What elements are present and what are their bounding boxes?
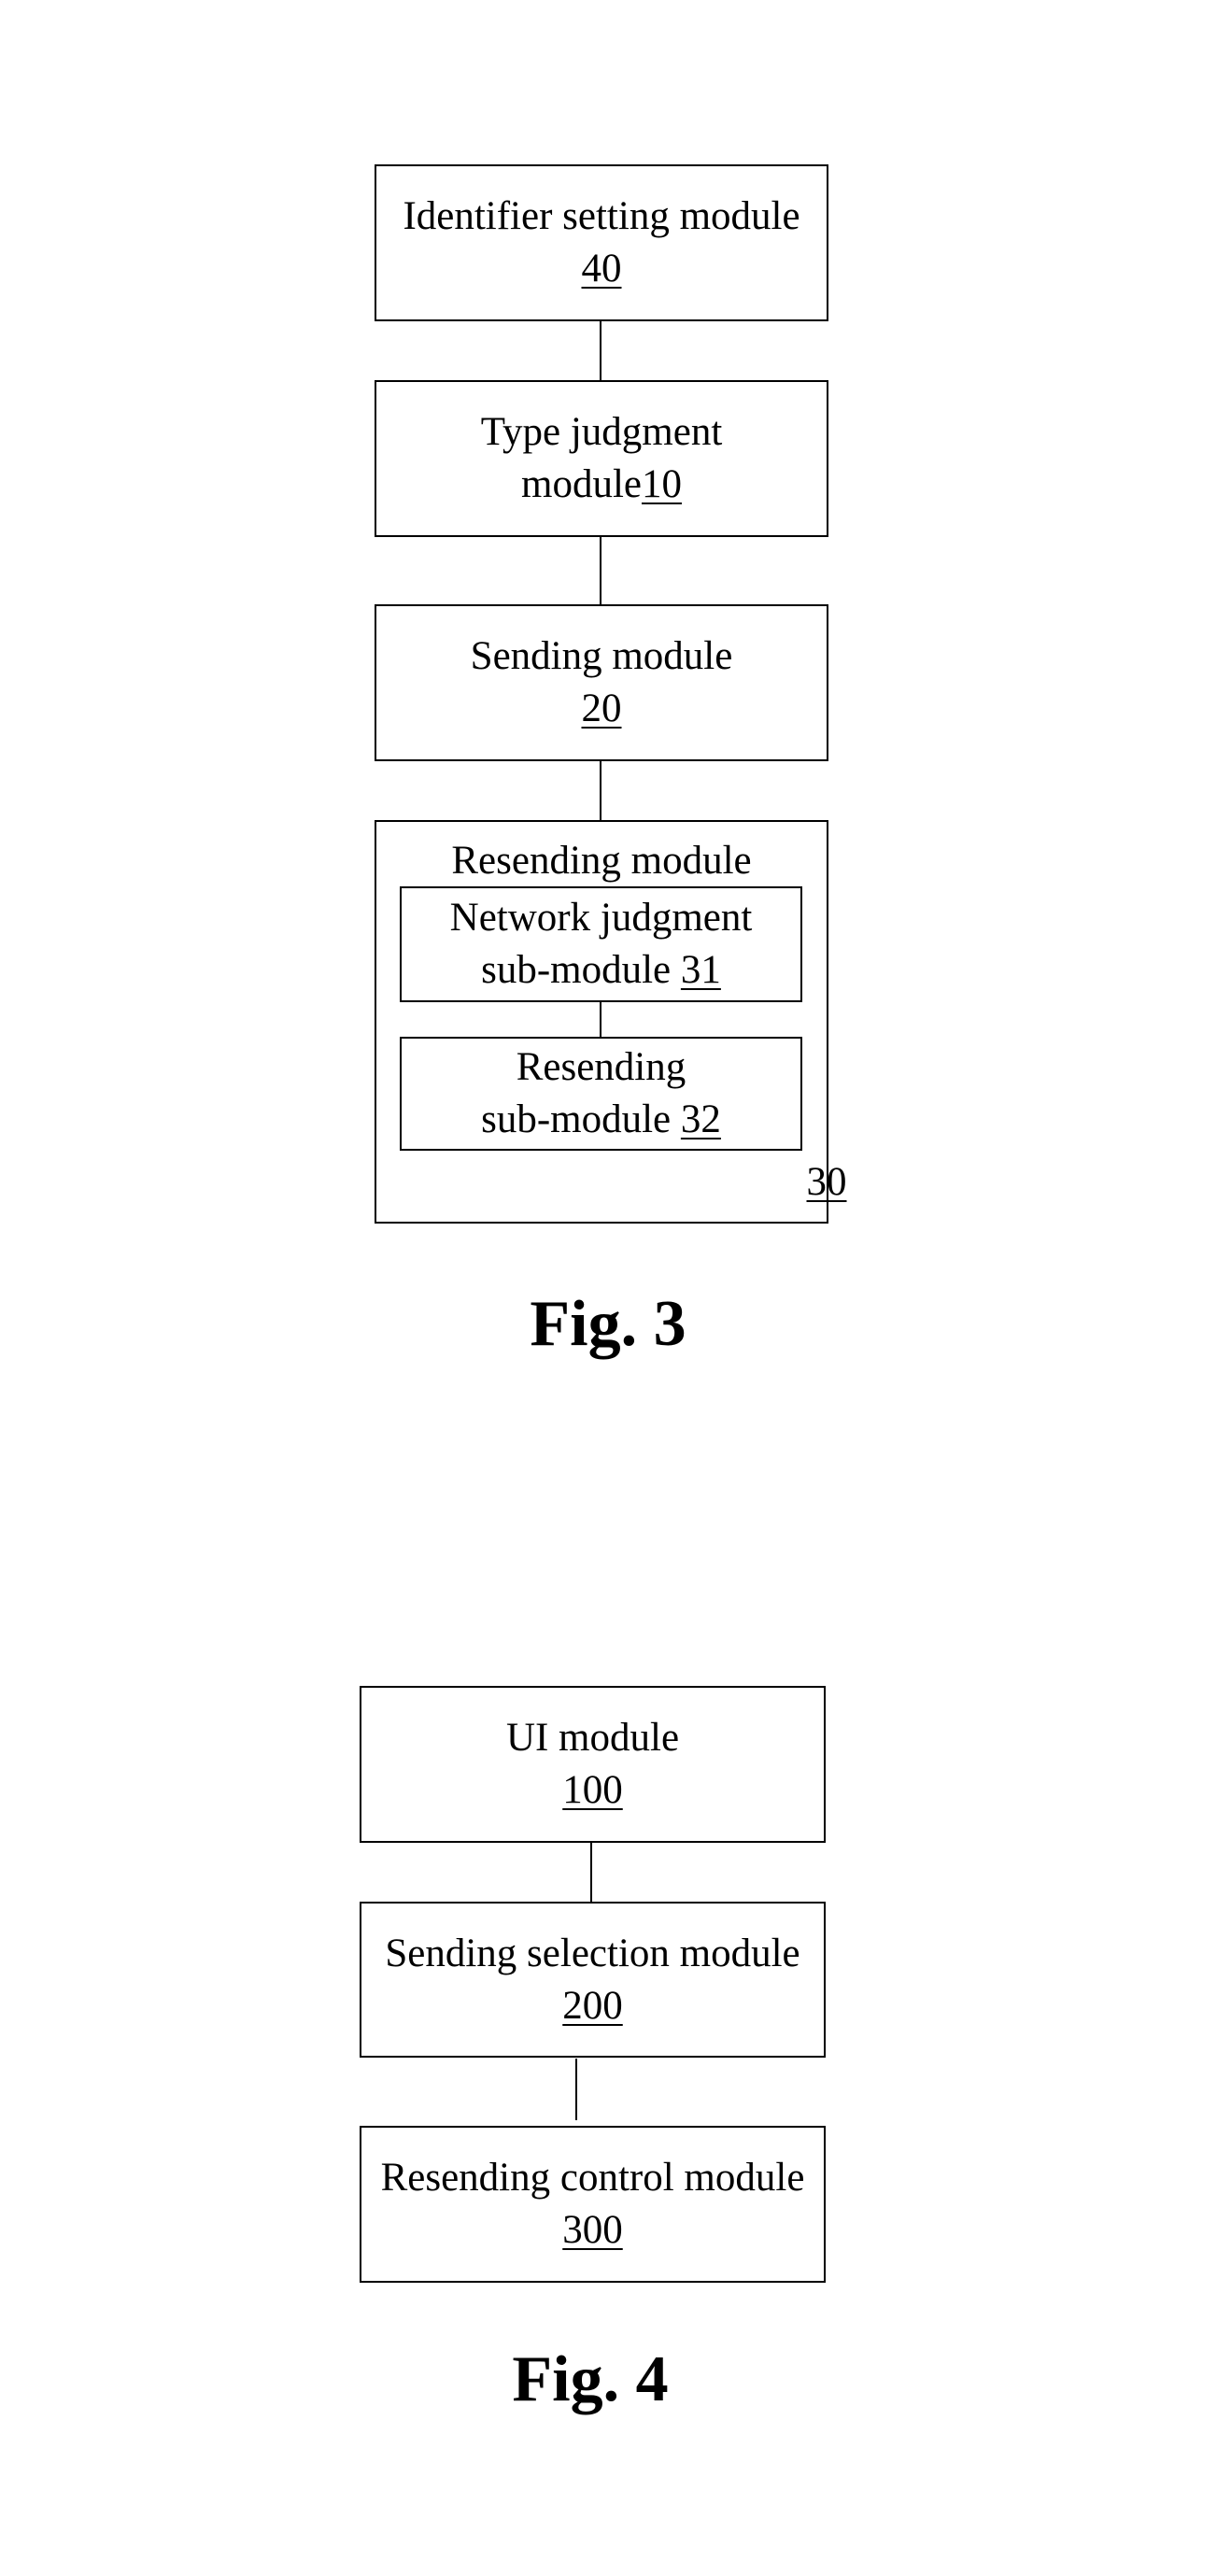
- block-title: Resending module: [451, 839, 752, 883]
- reference-numeral: 32: [680, 1097, 721, 1141]
- block-label-prefix: sub-module: [481, 948, 681, 992]
- block-label: Resending control module: [380, 2156, 805, 2200]
- type-judgment-module-box: Type judgment module10: [375, 380, 828, 537]
- connector-line: [600, 1002, 601, 1037]
- reference-numeral: 100: [562, 1768, 623, 1812]
- block-label: Sending module: [470, 634, 733, 678]
- figure-caption: Fig. 3: [530, 1288, 686, 1360]
- block-label-prefix: module: [521, 462, 642, 506]
- connector-line: [600, 761, 601, 820]
- reference-numeral: 30: [806, 1160, 847, 1204]
- block-label: UI module: [505, 1716, 680, 1760]
- connector-line: [600, 537, 601, 604]
- block-label: Resending: [516, 1045, 686, 1089]
- resending-module-box: Resending module 30: [375, 820, 847, 1224]
- block-label-line2: module10: [521, 459, 682, 511]
- block-label-line2: sub-module 32: [481, 1094, 721, 1146]
- ui-module-box: UI module 100: [360, 1686, 826, 1843]
- connector-line: [600, 321, 601, 380]
- block-label: Network judgment: [449, 896, 753, 940]
- reference-numeral: 40: [581, 247, 622, 290]
- block-label: Type judgment: [480, 410, 723, 454]
- block-label: Sending selection module: [385, 1931, 800, 1975]
- block-label: Identifier setting module: [403, 194, 800, 238]
- network-judgment-submodule-box: Network judgment sub-module 31: [400, 886, 802, 1002]
- reference-numeral: 10: [641, 462, 682, 506]
- connector-line: [575, 2059, 577, 2120]
- resending-submodule-box: Resending sub-module 32: [400, 1037, 802, 1151]
- sending-selection-module-box: Sending selection module 200: [360, 1902, 826, 2058]
- reference-numeral: 300: [562, 2208, 623, 2252]
- connector-line: [590, 1843, 592, 1902]
- sending-module-box: Sending module 20: [375, 604, 828, 761]
- figure-caption: Fig. 4: [512, 2343, 669, 2415]
- identifier-setting-module-box: Identifier setting module 40: [375, 164, 828, 321]
- reference-numeral: 31: [680, 948, 721, 992]
- reference-numeral: 20: [581, 686, 622, 730]
- block-label-prefix: sub-module: [481, 1097, 681, 1141]
- reference-numeral: 200: [562, 1983, 623, 2028]
- block-label-line2: sub-module 31: [481, 944, 721, 997]
- resending-control-module-box: Resending control module 300: [360, 2126, 826, 2283]
